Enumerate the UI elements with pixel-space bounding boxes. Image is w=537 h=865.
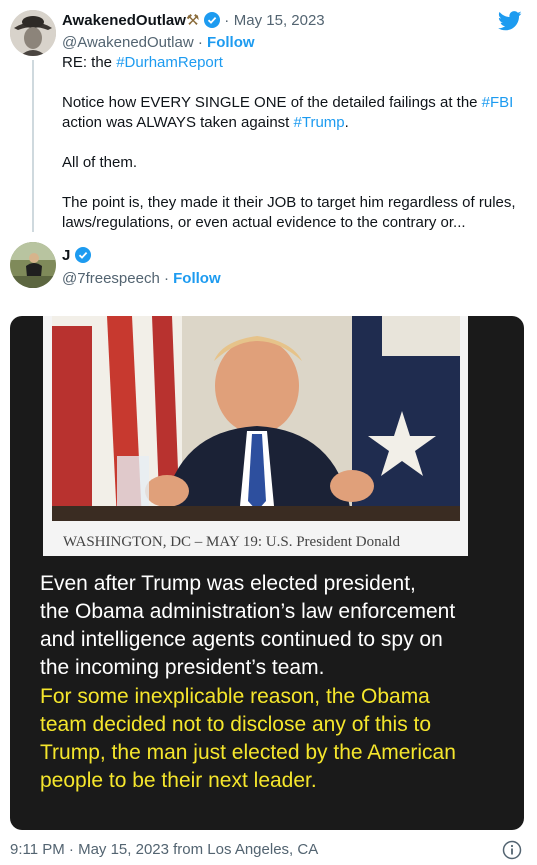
photo-caption: WASHINGTON, DC – MAY 19: U.S. President … [63,534,400,550]
media-text-yellow: For some inexplicable reason, the Obama … [40,683,520,795]
re-line: RE: the #DurhamReport [62,54,223,71]
display-name[interactable]: J [62,247,70,264]
caption-line: people to be their next leader. [40,769,317,792]
tweet-date[interactable]: May 15, 2023 [234,12,325,29]
handle-row: @7freespeech · Follow [62,270,221,287]
hammer-pick-emoji: ⚒ [185,12,200,29]
caption-line: the incoming president’s team. [40,656,325,679]
caption-line: the Obama administration’s law enforceme… [40,600,456,623]
caption-line: team decided not to disclose any of this… [40,713,432,736]
info-icon[interactable] [502,840,522,865]
separator-dot: · [163,270,169,287]
caption-line: For some inexplicable reason, the Obama [40,685,430,708]
caption-line: and intelligence agents continued to spy… [40,628,443,651]
follow-button[interactable]: Follow [173,270,221,287]
thread-connector-line [32,60,34,232]
avatar-j[interactable] [10,242,56,288]
quoted-tweet-body: RE: the #DurhamReport Notice how EVERY S… [62,53,522,233]
media-image[interactable]: WASHINGTON, DC – MAY 19: U.S. President … [10,316,524,830]
avatar-awakenedoutlaw[interactable] [10,10,56,56]
caption-line: Trump, the man just elected by the Ameri… [40,741,456,764]
verified-badge-icon [74,247,91,268]
hashtag-link[interactable]: #Trump [294,114,345,131]
media-text-white: Even after Trump was elected president, … [40,570,520,682]
handle[interactable]: @AwakenedOutlaw [62,34,194,51]
hashtag-link[interactable]: #DurhamReport [116,54,223,71]
photo-scene [52,316,460,521]
twitter-bird-icon[interactable] [497,11,522,36]
display-name[interactable]: AwakenedOutlaw [62,12,186,29]
quoted-header: AwakenedOutlaw⚒ · May 15, 2023 [62,11,325,33]
handle-row: @AwakenedOutlaw · Follow [62,34,255,51]
reply-header: J [62,247,91,268]
hashtag-link[interactable]: #FBI [482,94,514,111]
caption-line: Even after Trump was elected president, [40,572,416,595]
handle[interactable]: @7freespeech [62,270,160,287]
separator-dot: · [224,12,230,29]
tweet-timestamp[interactable]: 9:11 PM · May 15, 2023 from Los Angeles,… [10,841,318,858]
follow-button[interactable]: Follow [207,34,255,51]
news-photo: WASHINGTON, DC – MAY 19: U.S. President … [43,316,468,556]
verified-badge-icon [203,12,220,33]
paragraph-3: All of them. [62,154,138,171]
separator-dot: · [197,34,203,51]
paragraph-2: Notice how EVERY SINGLE ONE of the detai… [62,94,514,131]
paragraph-4: The point is, they made it their JOB to … [62,194,516,231]
